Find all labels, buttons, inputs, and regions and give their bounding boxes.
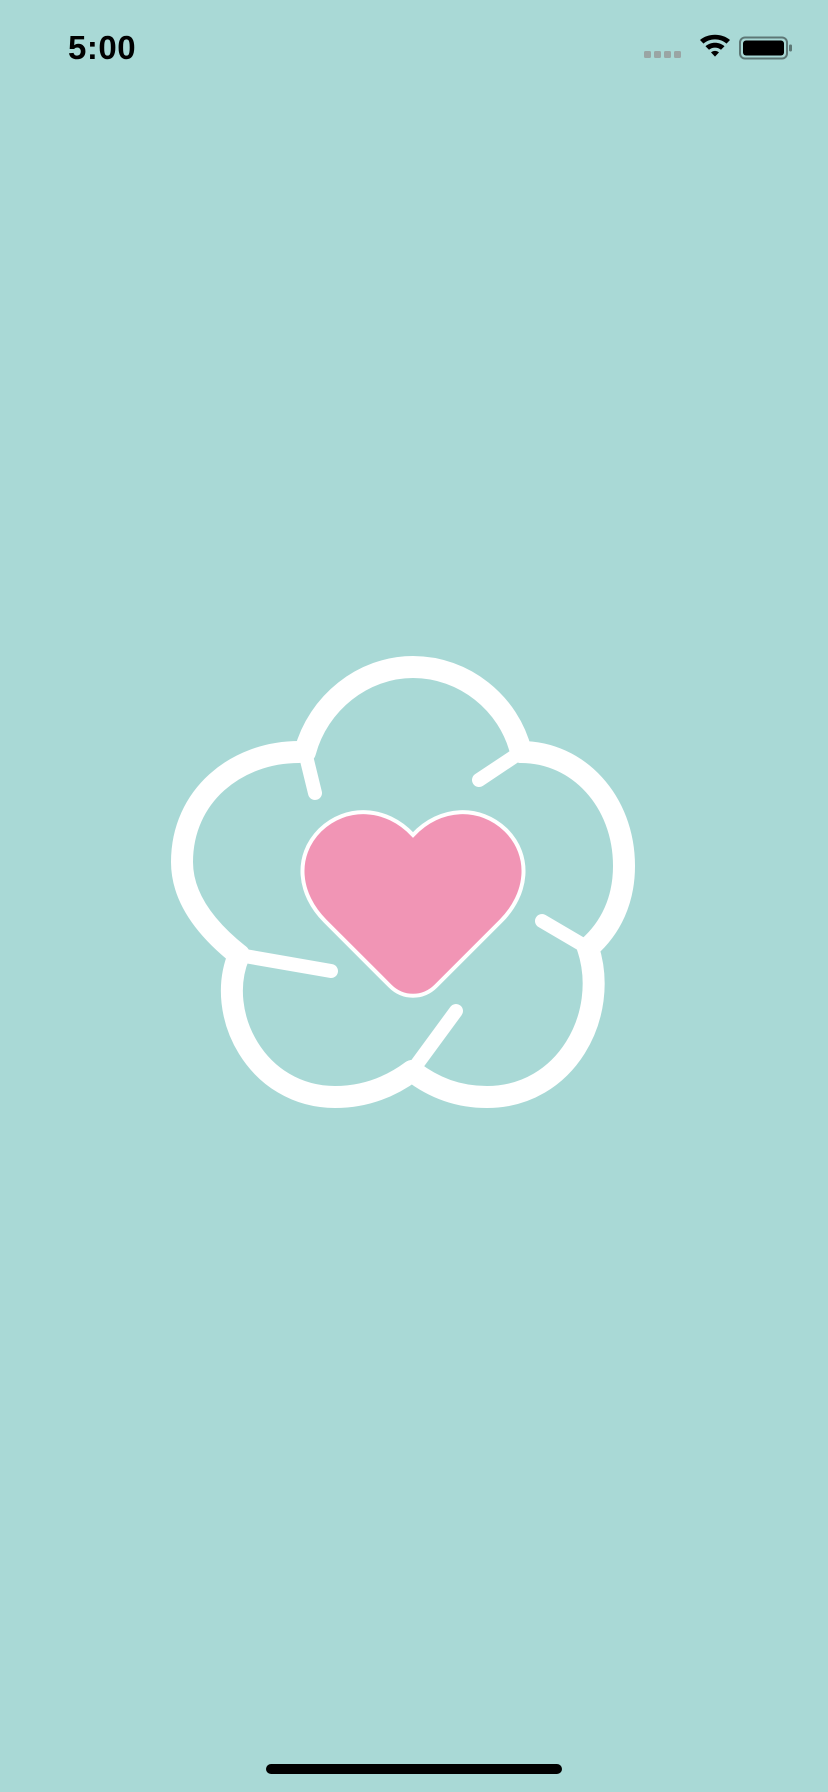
status-time: 5:00: [68, 29, 137, 66]
signal-dots-icon: [644, 51, 681, 58]
flower-heart-logo-icon: [171, 656, 635, 1108]
splash-screen: 5:00: [0, 0, 828, 1792]
status-bar: 5:00: [0, 0, 828, 100]
wifi-icon: [700, 34, 730, 57]
status-icons: [644, 34, 794, 64]
battery-icon: [739, 36, 792, 60]
home-indicator[interactable]: [266, 1764, 562, 1774]
app-logo: [160, 648, 670, 1148]
